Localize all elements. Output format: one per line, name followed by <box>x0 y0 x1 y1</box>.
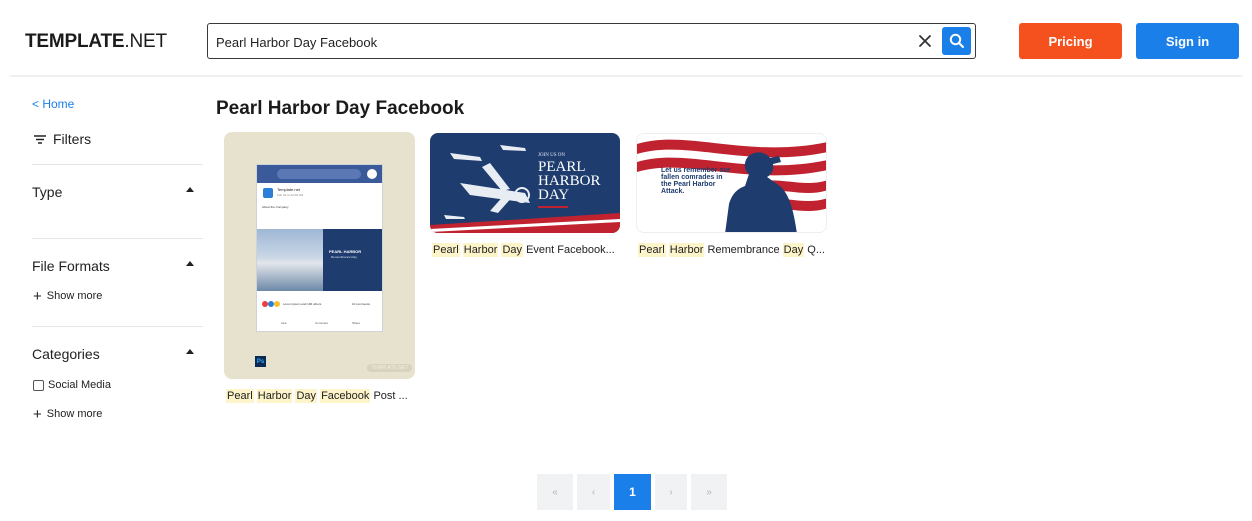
facebook-post-mockup: Template.net Feb 02 at 12:00 AM About th… <box>256 164 383 332</box>
collapse-caret-icon[interactable] <box>186 349 194 354</box>
home-link[interactable]: < Home <box>32 97 74 111</box>
remembrance-text: Let us remember our fallen comrades in t… <box>661 167 731 195</box>
mockup-page-logo <box>263 188 273 198</box>
event-title-line3: DAY <box>538 187 570 203</box>
mockup-reaction-icons <box>262 301 281 307</box>
search-input[interactable] <box>216 32 896 52</box>
checkbox-label: Social Media <box>48 379 111 391</box>
logo-thin-text: .NET <box>124 31 167 52</box>
card-caption[interactable]: Pearl Harbor Day Facebook Post ... <box>226 389 408 403</box>
caption-keyword: Pearl <box>226 389 254 403</box>
pricing-button[interactable]: Pricing <box>1019 23 1122 59</box>
caption-keyword: Facebook <box>320 389 371 403</box>
template-card-post[interactable]: Template.net Feb 02 at 12:00 AM About th… <box>224 132 415 379</box>
collapse-caret-icon[interactable] <box>186 187 194 192</box>
filter-section-type[interactable]: Type <box>32 184 62 200</box>
caption-keyword: Pearl <box>638 243 666 257</box>
caption-word: Remembrance <box>707 244 780 256</box>
caption-word: Facebook... <box>557 244 615 256</box>
caption-rest: Post ... <box>373 390 408 402</box>
caption-keyword: Day <box>501 243 523 257</box>
caption-keyword: Day <box>782 243 805 257</box>
page-title: Pearl Harbor Day Facebook <box>216 98 465 119</box>
card-caption[interactable]: Pearl Harbor Day Event Facebook... <box>432 243 615 257</box>
card-caption[interactable]: Pearl Harbor Remembrance Day Q... <box>638 243 825 257</box>
mockup-action-comment: Comment <box>315 321 329 325</box>
sidebar-divider <box>32 238 203 239</box>
mockup-post-header: Template.net <box>277 187 300 192</box>
photoshop-badge: Ps <box>255 356 266 367</box>
mockup-post-image: PEARL HARBOR Remembrance Day <box>257 229 382 291</box>
category-option-social-media[interactable]: Social Media <box>33 379 111 391</box>
sidebar-divider <box>32 326 203 327</box>
filters-toggle[interactable]: Filters <box>33 131 91 147</box>
caption-rest: Q... <box>807 244 825 256</box>
caption-keyword: Harbor <box>256 389 293 403</box>
social-media-checkbox[interactable] <box>33 379 44 391</box>
pagination-page-1[interactable]: 1 <box>614 474 651 510</box>
mockup-post-sub: Feb 02 at 12:00 AM <box>277 193 304 197</box>
pagination-prev-button[interactable]: ‹ <box>577 474 610 510</box>
event-accent-bar <box>538 206 568 208</box>
filter-icon <box>34 135 46 144</box>
header-divider <box>10 75 1242 77</box>
event-kicker: JOIN US ON <box>538 153 565 158</box>
plus-icon: + <box>33 287 42 305</box>
caption-keyword: Harbor <box>668 243 705 257</box>
show-more-file-formats[interactable]: + Show more <box>33 287 103 305</box>
show-more-categories[interactable]: + Show more <box>33 405 103 423</box>
event-title-line1: PEARL <box>538 159 586 175</box>
mockup-action-like: Like <box>281 321 287 325</box>
caption-keyword: Harbor <box>462 243 499 257</box>
mockup-action-share: Share <box>352 321 361 325</box>
mockup-post-title: PEARL HARBOR <box>329 249 362 254</box>
mockup-post-about: About the Company <box>262 205 289 209</box>
show-more-label: Show more <box>46 408 103 420</box>
search-bar <box>207 23 976 59</box>
mockup-avatar-icon <box>367 169 377 179</box>
caption-keyword: Pearl <box>432 243 460 257</box>
mockup-search-field <box>277 169 361 179</box>
caption-word: Event <box>526 244 555 256</box>
search-button[interactable] <box>942 27 971 55</box>
plus-icon: + <box>33 405 42 423</box>
filter-section-file-formats[interactable]: File Formats <box>32 258 110 274</box>
close-icon[interactable] <box>914 30 936 52</box>
event-title-line2: HARBOR <box>538 173 601 189</box>
pagination-first-button[interactable]: « <box>537 474 573 510</box>
mockup-top-bar <box>257 165 382 183</box>
template-card-remembrance[interactable]: Let us remember our fallen comrades in t… <box>636 133 827 233</box>
mockup-post-subtitle: Remembrance Day <box>331 255 357 259</box>
reaction-haha-icon <box>274 301 280 307</box>
watermark-badge: TEMPLATE.NET <box>367 364 413 372</box>
top-header: TEMPLATE.NET Pricing Sign in <box>0 0 1252 76</box>
collapse-caret-icon[interactable] <box>186 261 194 266</box>
caption-keyword: Day <box>295 389 317 403</box>
sidebar-divider <box>32 164 203 165</box>
logo-bold-text: TEMPLATE <box>25 31 125 52</box>
mockup-memorial-photo <box>257 229 323 291</box>
show-more-label: Show more <box>46 290 103 302</box>
pagination-last-button[interactable]: » <box>691 474 727 510</box>
search-icon <box>949 33 964 48</box>
filter-section-categories[interactable]: Categories <box>32 346 100 362</box>
sign-in-button[interactable]: Sign in <box>1136 23 1239 59</box>
template-card-event[interactable]: JOIN US ON PEARL HARBOR DAY <box>430 133 620 233</box>
filters-label: Filters <box>53 131 92 147</box>
brand-logo[interactable]: TEMPLATE.NET <box>25 31 167 53</box>
mockup-reactions: Lorem Ipsum and 100 others <box>283 302 322 306</box>
pagination-next-button[interactable]: › <box>655 474 687 510</box>
mockup-comments: 10 comments <box>352 302 371 306</box>
